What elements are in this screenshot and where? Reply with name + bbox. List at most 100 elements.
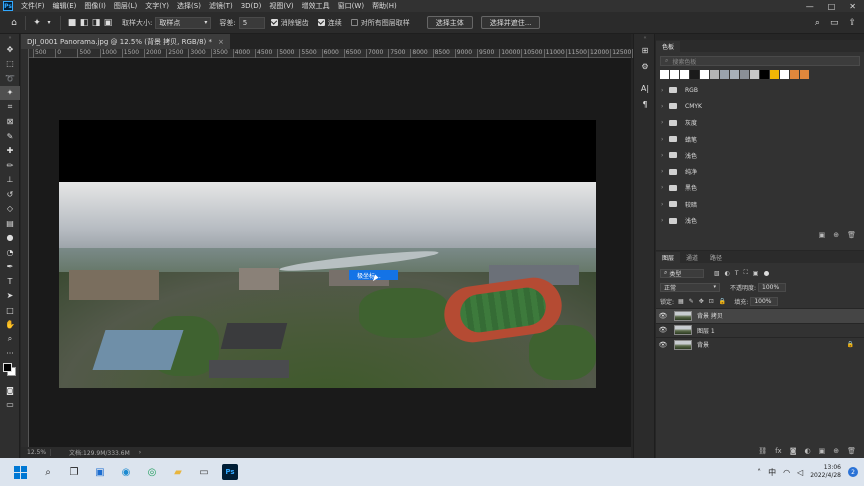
- photoshop-app-icon[interactable]: Ps: [222, 464, 238, 480]
- color-swatch[interactable]: [720, 70, 729, 79]
- delete-icon[interactable]: 🗑: [847, 231, 856, 239]
- color-swatch[interactable]: [700, 70, 709, 79]
- filter-smart-object-icon[interactable]: ▣: [753, 270, 759, 277]
- chevron-right-icon[interactable]: ›: [661, 201, 669, 208]
- chevron-down-icon[interactable]: ▾: [43, 17, 55, 29]
- crop-tool-icon[interactable]: ⌗: [0, 100, 20, 115]
- new-layer-icon[interactable]: ⊕: [833, 447, 839, 455]
- swatch-group[interactable]: › 黑色: [656, 180, 864, 196]
- antialias-checkbox[interactable]: [270, 19, 278, 26]
- close-tab-icon[interactable]: ×: [218, 38, 224, 46]
- blur-tool-icon[interactable]: ●: [0, 231, 20, 246]
- zoom-tool-icon[interactable]: ⌕: [0, 332, 20, 347]
- character-icon[interactable]: A|: [634, 80, 656, 96]
- color-swatch[interactable]: [740, 70, 749, 79]
- layer-thumbnail[interactable]: [674, 339, 692, 350]
- history-icon[interactable]: ⊞: [634, 42, 656, 58]
- edge-icon[interactable]: ◉: [118, 464, 134, 480]
- swatch-group[interactable]: › 浅色: [656, 147, 864, 163]
- menu-filter[interactable]: 滤镜(T): [205, 1, 237, 11]
- hand-tool-icon[interactable]: ✋: [0, 318, 20, 333]
- layer-row[interactable]: 👁 背景 拷贝: [656, 308, 864, 323]
- blend-mode-select[interactable]: 正常 ▾: [660, 282, 720, 292]
- swatch-group[interactable]: › 浅色: [656, 212, 864, 228]
- new-selection-icon[interactable]: ■: [66, 17, 78, 29]
- chevron-right-icon[interactable]: ›: [661, 103, 669, 110]
- swatch-group[interactable]: › 蜡笔: [656, 131, 864, 147]
- swatch-group[interactable]: › 较暗: [656, 196, 864, 212]
- swatches-search-input[interactable]: ⌕ 搜索色板: [660, 56, 860, 66]
- lock-all-icon[interactable]: 🔒: [719, 298, 726, 305]
- chevron-up-icon[interactable]: ˄: [757, 468, 761, 477]
- layer-name[interactable]: 背景: [697, 340, 709, 349]
- layer-row[interactable]: 👁 图层 1: [656, 322, 864, 338]
- menu-view[interactable]: 视图(V): [265, 1, 297, 11]
- chevron-right-icon[interactable]: ›: [661, 119, 669, 126]
- select-subject-button[interactable]: 选择主体: [426, 16, 473, 29]
- swatch-group[interactable]: › RGB: [656, 82, 864, 98]
- layer-style-icon[interactable]: fx: [775, 447, 782, 455]
- new-group-icon[interactable]: ▣: [819, 231, 826, 239]
- move-tool-icon[interactable]: ✥: [0, 42, 20, 57]
- lock-pixels-icon[interactable]: ✎: [689, 298, 694, 305]
- brush-tool-icon[interactable]: ✏: [0, 158, 20, 173]
- canvas-area[interactable]: 极坐标...: [29, 58, 631, 447]
- notification-badge[interactable]: 2: [848, 467, 858, 477]
- fill-input[interactable]: 100%: [750, 296, 779, 306]
- layer-thumbnail[interactable]: [674, 325, 692, 336]
- filter-adjustment-icon[interactable]: ◐: [725, 270, 730, 277]
- contiguous-checkbox[interactable]: [317, 19, 325, 26]
- antialias-option[interactable]: 消除锯齿: [270, 18, 309, 28]
- color-swatch[interactable]: [730, 70, 739, 79]
- share-icon[interactable]: ⇪: [848, 18, 856, 28]
- new-group-icon[interactable]: ▣: [819, 447, 826, 455]
- opacity-input[interactable]: 100%: [758, 282, 787, 292]
- task-view-icon[interactable]: ❐: [66, 464, 82, 480]
- marquee-tool-icon[interactable]: ⬚: [0, 57, 20, 72]
- healing-brush-tool-icon[interactable]: ✚: [0, 144, 20, 159]
- color-swatch[interactable]: [770, 70, 779, 79]
- workspace-icon[interactable]: ▭: [830, 18, 839, 28]
- intersect-selection-icon[interactable]: ▣: [102, 17, 114, 29]
- menu-edit[interactable]: 编辑(E): [49, 1, 81, 11]
- add-selection-icon[interactable]: ◧: [78, 17, 90, 29]
- lock-artboard-icon[interactable]: ⊡: [709, 298, 714, 305]
- sample-size-select[interactable]: 取样点 ▾: [155, 16, 212, 29]
- chrome-icon[interactable]: ◎: [144, 464, 160, 480]
- layer-mask-icon[interactable]: ◙: [790, 447, 797, 455]
- menu-layer[interactable]: 图层(L): [110, 1, 141, 11]
- all-layers-option[interactable]: 对所有图层取样: [350, 18, 410, 28]
- chevron-right-icon[interactable]: ›: [661, 152, 669, 159]
- eye-icon[interactable]: 👁: [656, 312, 670, 320]
- chevron-right-icon[interactable]: ›: [661, 184, 669, 191]
- type-tool-icon[interactable]: T: [0, 274, 20, 289]
- eye-icon[interactable]: 👁: [656, 341, 670, 349]
- lasso-tool-icon[interactable]: ➰: [0, 71, 20, 86]
- windows-start-icon[interactable]: [12, 464, 28, 480]
- contiguous-option[interactable]: 连续: [317, 18, 342, 28]
- chevron-right-icon[interactable]: ›: [661, 87, 669, 94]
- lock-icon[interactable]: 🔒: [847, 341, 854, 348]
- menu-window[interactable]: 窗口(W): [334, 1, 368, 11]
- magic-wand-tool-icon[interactable]: ✦: [31, 17, 43, 29]
- path-selection-tool-icon[interactable]: ➤: [0, 289, 20, 304]
- filter-shape-icon[interactable]: ⛶: [744, 269, 748, 277]
- menu-file[interactable]: 文件(F): [17, 1, 49, 11]
- filter-type-icon[interactable]: T: [735, 270, 739, 277]
- color-swatch[interactable]: [670, 70, 679, 79]
- subtract-selection-icon[interactable]: ◨: [90, 17, 102, 29]
- color-swatch[interactable]: [780, 70, 789, 79]
- magic-wand-tool-icon[interactable]: ✦: [0, 85, 20, 100]
- file-explorer-icon[interactable]: ▰: [170, 464, 186, 480]
- history-brush-tool-icon[interactable]: ↺: [0, 187, 20, 202]
- search-icon[interactable]: ⌕: [815, 18, 820, 28]
- layer-row[interactable]: 👁 背景 🔒: [656, 337, 864, 352]
- chevron-right-icon[interactable]: ›: [661, 217, 669, 224]
- paragraph-icon[interactable]: ¶: [634, 96, 656, 112]
- menu-select[interactable]: 选择(S): [173, 1, 205, 11]
- maximize-button[interactable]: □: [828, 2, 836, 11]
- swatch-group[interactable]: › 纯净: [656, 163, 864, 179]
- chevron-right-icon[interactable]: ›: [661, 168, 669, 175]
- layer-name[interactable]: 图层 1: [697, 326, 715, 335]
- foreground-color[interactable]: [3, 363, 12, 372]
